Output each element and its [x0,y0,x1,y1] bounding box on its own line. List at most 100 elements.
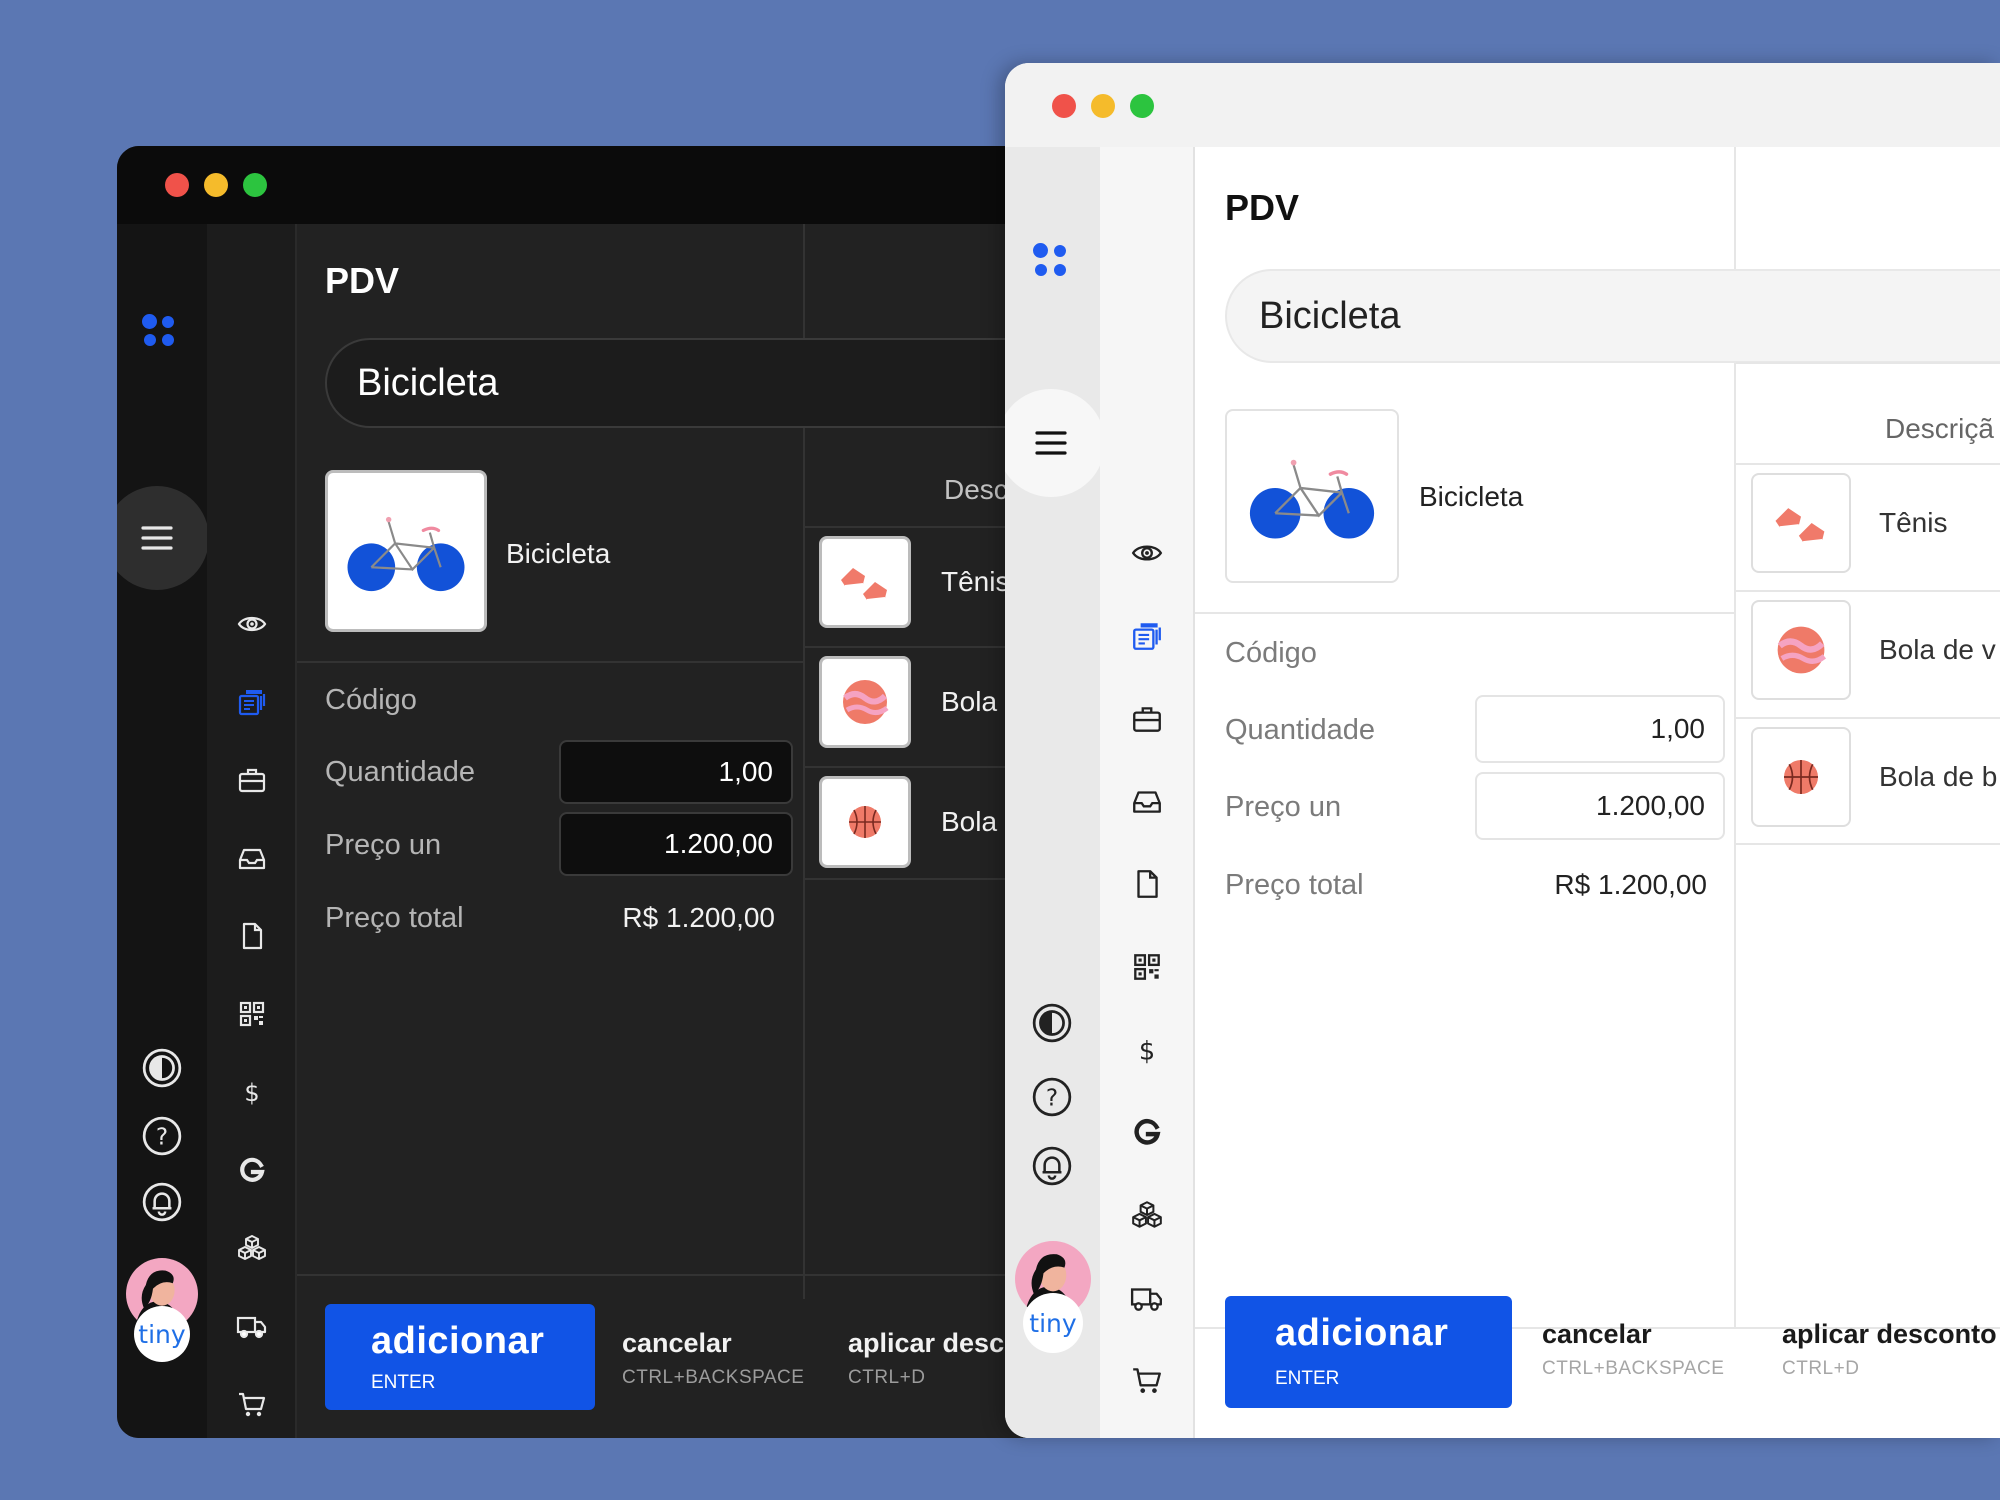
discount-button-shortcut: CTRL+D [848,1367,926,1388]
add-button[interactable]: adicionar ENTER [1225,1296,1512,1408]
product-search[interactable] [1225,269,2000,363]
bicycle-image [1243,444,1381,548]
minimize-window-button[interactable] [204,173,228,197]
sidebar-item-orders[interactable] [232,1384,272,1424]
quantity-field[interactable]: 1,00 [559,740,793,804]
menu-button[interactable] [1005,389,1105,497]
app-logo[interactable] [1033,243,1073,283]
sidebar-item-shipping[interactable] [1127,1278,1167,1318]
product-search[interactable] [325,338,1117,428]
quantity-field[interactable]: 1,00 [1475,695,1725,763]
list-divider [1736,843,2000,845]
sidebar-item-qr[interactable] [1127,947,1167,987]
module-sidebar [1100,147,1195,1438]
sidebar-item-business[interactable] [1127,699,1167,739]
boxes-icon [236,1232,268,1264]
description-column-header: Descriçã [1885,413,1994,444]
preco-total-label: Preço total [1225,869,1364,901]
sidebar-item-google[interactable] [1127,1112,1167,1152]
contrast-toggle[interactable] [1030,1001,1074,1045]
product-name: Bicicleta [1419,481,1524,512]
help-button[interactable] [140,1114,184,1158]
contrast-icon [141,1047,183,1089]
sidebar-item-inbox[interactable] [232,838,272,878]
minimize-window-button[interactable] [1091,94,1115,118]
sidebar-item-documents[interactable] [1127,864,1167,904]
sidebar-item-pdv[interactable] [232,682,272,722]
sidebar-item-google[interactable] [232,1150,272,1190]
menu-icon [137,518,177,558]
bell-icon [141,1181,183,1223]
sidebar-item-pdv[interactable] [1127,616,1167,656]
contrast-toggle[interactable] [140,1046,184,1090]
sidebar-item-stock[interactable] [232,1228,272,1268]
discount-button[interactable]: aplicar desconto CTRL+D [1782,1319,1997,1380]
footer-divider [297,1274,1117,1276]
boxes-icon [1130,1198,1164,1232]
sidebar-item-orders[interactable] [1127,1360,1167,1400]
item-thumbnail [1751,473,1851,573]
brand-badge: tiny [1023,1293,1083,1353]
sidebar-item-shipping[interactable] [232,1306,272,1346]
maximize-window-button[interactable] [243,173,267,197]
list-divider [1736,463,2000,465]
quantidade-label: Quantidade [325,756,475,788]
sidebar-item-overview[interactable] [1127,533,1167,573]
codigo-label: Código [325,684,417,716]
add-button[interactable]: adicionar ENTER [325,1304,595,1410]
sidebar-item-qr[interactable] [232,994,272,1034]
item-label: Bola de b [1879,761,1998,792]
close-window-button[interactable] [165,173,189,197]
inbox-icon [1130,784,1164,818]
add-button-shortcut: ENTER [371,1372,436,1393]
menu-button[interactable] [117,486,209,590]
app-logo[interactable] [142,314,182,354]
codigo-label: Código [1225,637,1317,669]
dollar-icon [1130,1033,1164,1067]
help-icon [1031,1076,1073,1118]
sidebar-item-documents[interactable] [232,916,272,956]
g-icon [236,1154,268,1186]
sidebar-item-finance[interactable] [232,1072,272,1112]
notifications-button[interactable] [140,1180,184,1224]
search-input[interactable] [1259,294,2000,338]
notifications-button[interactable] [1030,1144,1074,1188]
maximize-window-button[interactable] [1130,94,1154,118]
cart-icon [236,1388,268,1420]
item-thumbnail [1751,600,1851,700]
inbox-icon [236,842,268,874]
item-label: Bola de v [1879,634,1996,665]
item-thumbnail [819,656,911,748]
search-input[interactable] [357,361,1117,405]
item-label: Tênis [1879,507,1948,538]
sidebar-item-business[interactable] [232,760,272,800]
unit-price-field[interactable]: 1.200,00 [559,812,793,876]
close-window-button[interactable] [1052,94,1076,118]
window-titlebar [117,146,1117,224]
truck-icon [1130,1281,1164,1315]
discount-button-shortcut: CTRL+D [1782,1358,1860,1379]
list-item[interactable]: Bola de v [1751,600,2000,700]
sidebar-item-overview[interactable] [232,604,272,644]
preco-un-label: Preço un [325,829,442,861]
help-button[interactable] [1030,1075,1074,1119]
document-icon [1130,867,1164,901]
list-item[interactable]: Bola de b [1751,727,2000,827]
product-image [1225,409,1399,583]
qr-code-icon [1130,950,1164,984]
discount-button-label: aplicar desc [848,1328,1005,1358]
discount-button[interactable]: aplicar desc CTRL+D [848,1328,1004,1389]
description-column-header: Desc [944,474,1008,505]
list-item[interactable]: Tênis [1751,473,2000,573]
list-divider [1736,717,2000,719]
unit-price-field[interactable]: 1.200,00 [1475,772,1725,840]
sidebar-item-stock[interactable] [1127,1195,1167,1235]
eye-icon [1130,536,1164,570]
volleyball-image [833,670,897,734]
cancel-button[interactable]: cancelar CTRL+BACKSPACE [1542,1319,1724,1380]
cancel-button[interactable]: cancelar CTRL+BACKSPACE [622,1328,804,1389]
sidebar-item-inbox[interactable] [1127,781,1167,821]
sidebar-item-finance[interactable] [1127,1030,1167,1070]
basketball-image [1767,743,1835,811]
discount-button-label: aplicar desconto [1782,1319,1997,1349]
